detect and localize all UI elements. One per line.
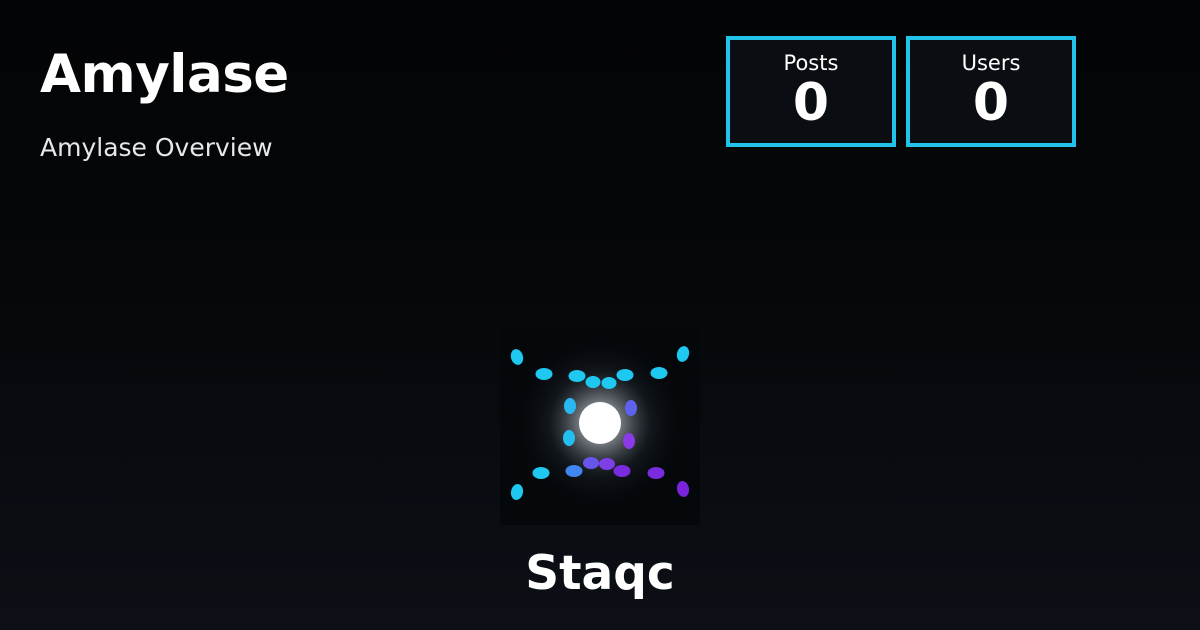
organization-logo bbox=[500, 325, 700, 525]
page-subtitle: Amylase Overview bbox=[40, 133, 273, 162]
page-title: Amylase bbox=[40, 44, 289, 105]
posts-stat-card: Posts 0 bbox=[726, 36, 896, 147]
users-stat-value: 0 bbox=[972, 73, 1010, 133]
organization-name: Staqc bbox=[525, 546, 675, 601]
users-stat-card: Users 0 bbox=[906, 36, 1076, 147]
posts-stat-value: 0 bbox=[792, 73, 830, 133]
glowing-orb-dots-icon bbox=[500, 325, 700, 525]
